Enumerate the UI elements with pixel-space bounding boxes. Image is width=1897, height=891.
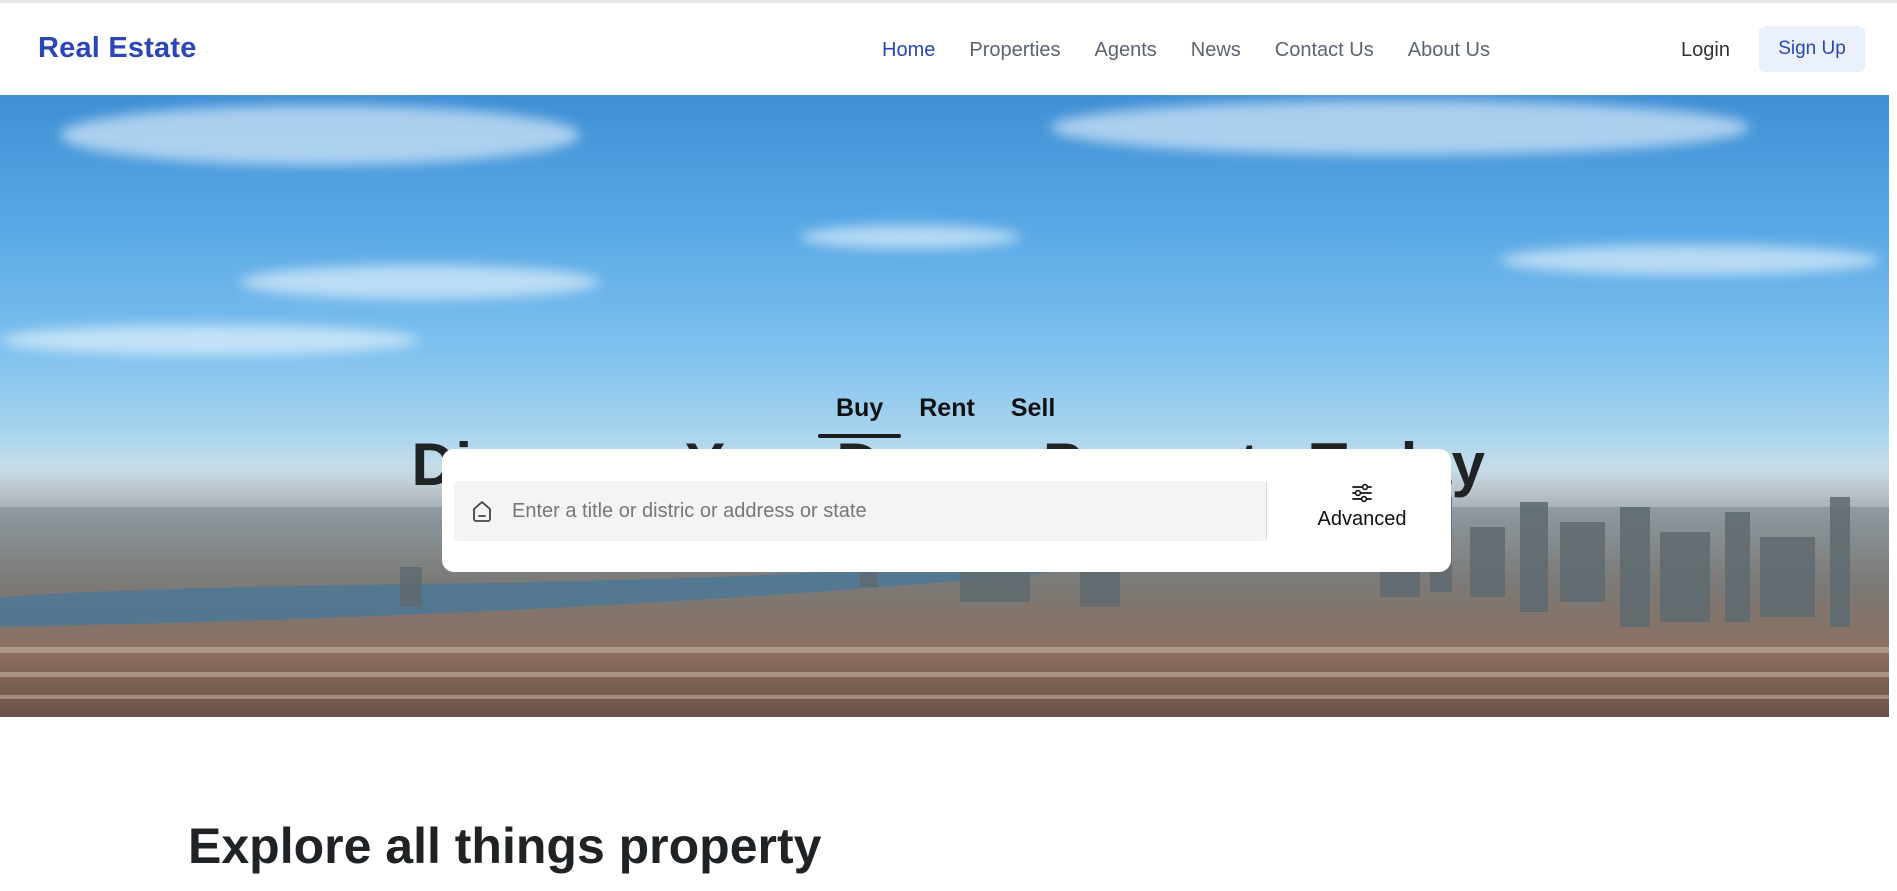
nav-item-properties[interactable]: Properties — [969, 39, 1060, 62]
tab-rent[interactable]: Rent — [901, 393, 993, 438]
nav-item-about-us[interactable]: About Us — [1408, 39, 1490, 62]
advanced-label: Advanced — [1317, 508, 1407, 530]
tab-sell[interactable]: Sell — [993, 393, 1073, 438]
nav-item-home[interactable]: Home — [882, 39, 935, 62]
nav-item-news[interactable]: News — [1191, 39, 1241, 62]
search-input[interactable] — [510, 481, 1250, 541]
cloud — [60, 105, 580, 165]
site-header: Real Estate Home Properties Agents News … — [0, 3, 1897, 95]
signup-button[interactable]: Sign Up — [1759, 26, 1865, 72]
search-field[interactable] — [454, 481, 1266, 541]
login-button[interactable]: Login — [1681, 39, 1730, 62]
section-title: Explore all things property — [188, 817, 822, 874]
main-nav: Home Properties Agents News Contact Us A… — [882, 39, 1524, 62]
brand-logo[interactable]: Real Estate — [38, 32, 197, 65]
nav-item-agents[interactable]: Agents — [1095, 39, 1157, 62]
cloud — [240, 265, 600, 299]
nav-item-contact-us[interactable]: Contact Us — [1275, 39, 1374, 62]
home-icon — [473, 501, 491, 522]
cloud — [0, 325, 420, 355]
page-edge — [1889, 95, 1897, 717]
sliders-icon — [1352, 483, 1372, 503]
advanced-search-button[interactable]: Advanced — [1292, 483, 1432, 539]
cloud — [800, 225, 1020, 249]
cloud — [1500, 245, 1880, 275]
cloud — [1050, 100, 1750, 155]
tab-buy[interactable]: Buy — [818, 393, 902, 438]
search-divider — [1266, 481, 1267, 541]
listing-type-tabs: Buy Rent Sell — [818, 393, 1073, 438]
search-card: Advanced — [442, 449, 1451, 572]
